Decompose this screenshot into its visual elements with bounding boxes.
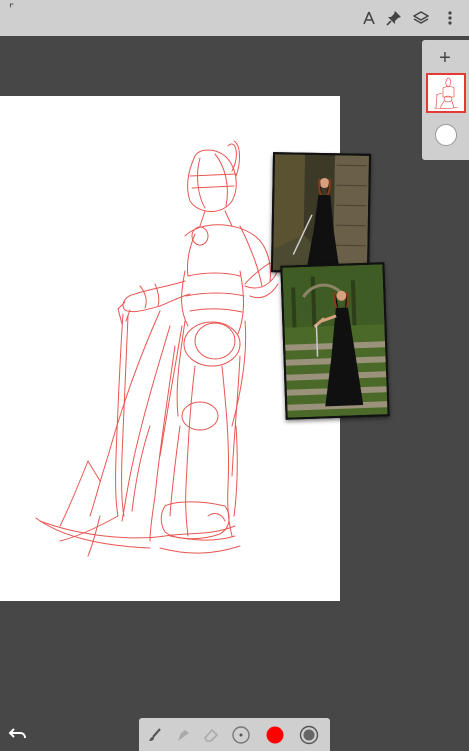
reference-photo-1[interactable] — [270, 152, 372, 274]
brush-icon[interactable] — [144, 724, 166, 746]
reference-photo-2[interactable] — [280, 262, 390, 420]
layer-thumbnail[interactable] — [426, 73, 466, 113]
layers-panel: + — [422, 40, 469, 160]
more-vert-icon[interactable] — [439, 7, 461, 29]
add-layer-button[interactable]: + — [434, 48, 456, 68]
status-mark: ⌜ — [9, 3, 15, 15]
eraser-icon[interactable] — [200, 724, 222, 746]
bottom-toolbar — [139, 718, 330, 751]
color-swatch[interactable] — [264, 724, 286, 746]
undo-icon[interactable] — [8, 723, 28, 743]
ruler-icon[interactable] — [358, 7, 380, 29]
background-layer-button[interactable] — [435, 124, 457, 146]
layers-icon[interactable] — [410, 7, 432, 29]
pin-icon[interactable] — [383, 7, 405, 29]
top-toolbar: ⌜ — [0, 0, 469, 36]
brush-size-icon[interactable] — [230, 724, 252, 746]
current-color-dot — [266, 726, 284, 744]
smudge-icon[interactable] — [172, 724, 194, 746]
opacity-icon[interactable] — [298, 724, 320, 746]
